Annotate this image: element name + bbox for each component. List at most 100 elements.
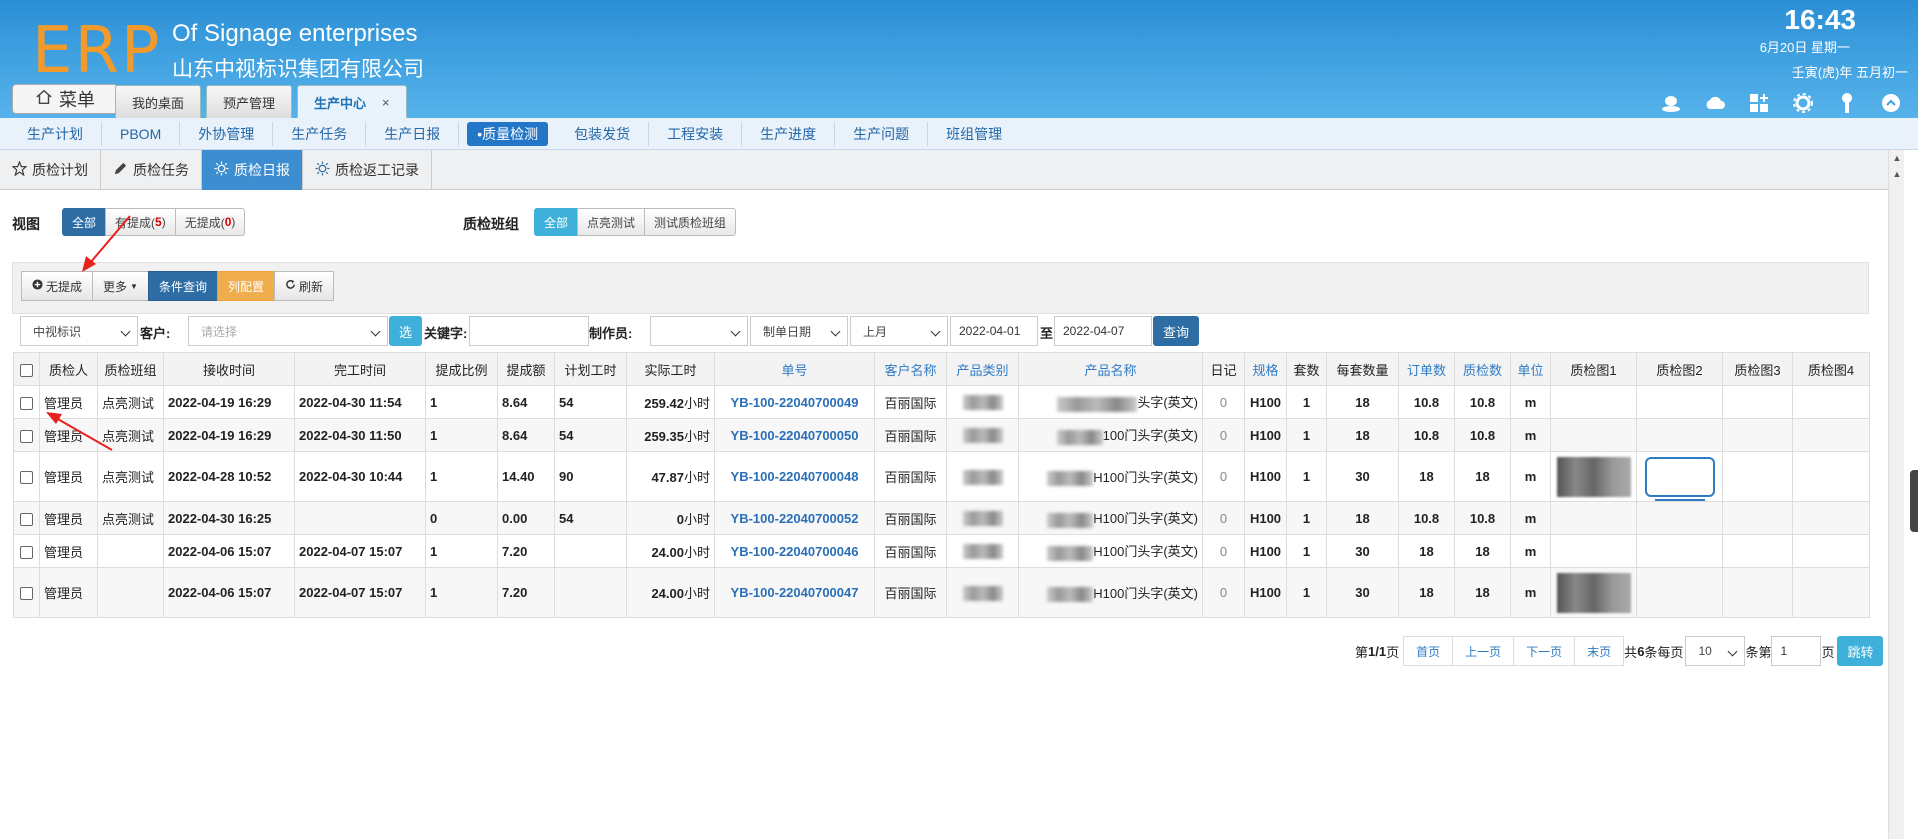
- collapse-up-icon[interactable]: [1880, 92, 1902, 114]
- qc-thumbnail[interactable]: [1556, 572, 1631, 613]
- col-header[interactable]: 提成额: [497, 352, 555, 386]
- customer-pick-button[interactable]: 选: [389, 316, 422, 346]
- col-header[interactable]: 质检图1: [1550, 352, 1637, 386]
- main-menu-button[interactable]: 菜单: [12, 84, 118, 114]
- tab-production-center[interactable]: 生产中心 ×: [297, 85, 407, 118]
- qc-thumbnail[interactable]: [1556, 456, 1631, 497]
- col-header[interactable]: 质检图4: [1792, 352, 1870, 386]
- row-checkbox[interactable]: [13, 534, 40, 568]
- row-checkbox[interactable]: [13, 385, 40, 419]
- date-to-input[interactable]: 2022-04-07: [1054, 316, 1152, 346]
- period-select[interactable]: 上月: [850, 316, 948, 346]
- last-page-button[interactable]: 末页: [1574, 636, 1625, 666]
- jump-button[interactable]: 跳转: [1837, 636, 1884, 666]
- cell-order-no[interactable]: YB-100-22040700047: [714, 567, 875, 618]
- prev-page-button[interactable]: 上一页: [1452, 636, 1515, 666]
- view-all-button[interactable]: 全部: [62, 208, 107, 236]
- nav-quality-inspection[interactable]: •质量检测: [467, 121, 549, 146]
- cell-qc-image-2[interactable]: [1636, 451, 1723, 502]
- gear-icon[interactable]: [1792, 92, 1814, 114]
- cell-order-no[interactable]: YB-100-22040700049: [714, 385, 875, 419]
- col-header[interactable]: 每套数量: [1326, 352, 1399, 386]
- keyword-input[interactable]: [469, 316, 589, 346]
- subtab-qc-task[interactable]: 质检任务: [101, 150, 202, 190]
- key-icon[interactable]: [1836, 92, 1858, 114]
- col-header[interactable]: 实际工时: [626, 352, 715, 386]
- cell-order-no[interactable]: YB-100-22040700046: [714, 534, 875, 568]
- cell-order-no[interactable]: YB-100-22040700048: [714, 451, 875, 502]
- customer-select[interactable]: 请选择: [188, 316, 388, 346]
- refresh-button[interactable]: 刷新: [273, 271, 334, 301]
- goto-page-input[interactable]: 1: [1771, 636, 1822, 666]
- row-checkbox[interactable]: [13, 418, 40, 452]
- nav-daily-report[interactable]: 生产日报: [366, 121, 460, 146]
- cell-qc-image-1[interactable]: [1550, 567, 1637, 618]
- col-header[interactable]: 订单数: [1398, 352, 1455, 386]
- table-row[interactable]: 管理员 2022-04-06 15:07 2022-04-07 15:07 1 7.20…: [13, 567, 1870, 618]
- no-commission-button[interactable]: 无提成: [21, 271, 94, 301]
- view-has-commission-button[interactable]: 有提成(5): [105, 208, 176, 236]
- subtab-qc-daily[interactable]: 质检日报: [202, 150, 303, 190]
- row-checkbox[interactable]: [13, 451, 40, 502]
- col-header[interactable]: 质检图2: [1636, 352, 1723, 386]
- cell-order-no[interactable]: YB-100-22040700052: [714, 501, 875, 535]
- nav-pbom[interactable]: PBOM: [102, 121, 181, 146]
- date-type-select[interactable]: 制单日期: [750, 316, 848, 346]
- col-header[interactable]: 客户名称: [874, 352, 947, 386]
- col-header[interactable]: 套数: [1286, 352, 1327, 386]
- table-row[interactable]: 管理员 点亮测试 2022-04-19 16:29 2022-04-30 11:54 1…: [13, 385, 1870, 419]
- tab-close-icon[interactable]: ×: [382, 95, 390, 110]
- group-light-test-button[interactable]: 点亮测试: [577, 208, 646, 236]
- nav-progress[interactable]: 生产进度: [742, 121, 836, 146]
- col-header[interactable]: 提成比例: [425, 352, 498, 386]
- tab-pre-production[interactable]: 预产管理: [206, 85, 293, 118]
- table-row[interactable]: 管理员 点亮测试 2022-04-28 10:52 2022-04-30 10:44 1…: [13, 451, 1870, 502]
- first-page-button[interactable]: 首页: [1403, 636, 1454, 666]
- view-no-commission-button[interactable]: 无提成(0): [174, 208, 246, 236]
- col-header[interactable]: 单位: [1510, 352, 1551, 386]
- row-checkbox[interactable]: [13, 501, 40, 535]
- col-header[interactable]: 质检图3: [1722, 352, 1793, 386]
- side-handle[interactable]: [1910, 470, 1918, 532]
- next-page-button[interactable]: 下一页: [1513, 636, 1576, 666]
- grid-plus-icon[interactable]: [1748, 92, 1770, 114]
- group-all-button[interactable]: 全部: [534, 208, 579, 236]
- table-row[interactable]: 管理员 点亮测试 2022-04-30 16:25 0 0.00 54 0小时 YB-100-…: [13, 501, 1870, 535]
- col-header[interactable]: 质检数: [1454, 352, 1511, 386]
- cloud-icon[interactable]: [1704, 92, 1726, 114]
- company-select[interactable]: 中视标识: [20, 316, 138, 346]
- per-page-select[interactable]: 10: [1685, 636, 1746, 666]
- select-all-checkbox[interactable]: [13, 352, 40, 386]
- col-header[interactable]: 完工时间: [294, 352, 426, 386]
- more-dropdown-button[interactable]: 更多 ▼: [92, 271, 149, 301]
- col-header[interactable]: 单号: [714, 352, 875, 386]
- cell-qc-image-1[interactable]: [1550, 451, 1637, 502]
- scroll-up-icon[interactable]: ▲: [1889, 150, 1905, 166]
- col-header[interactable]: 质检班组: [97, 352, 164, 386]
- col-header[interactable]: 日记: [1202, 352, 1245, 386]
- col-header[interactable]: 产品类别: [946, 352, 1019, 386]
- nav-packing-shipping[interactable]: 包装发货: [556, 121, 650, 146]
- nav-outsourcing[interactable]: 外协管理: [180, 121, 274, 146]
- maker-select[interactable]: [650, 316, 748, 346]
- query-button[interactable]: 查询: [1153, 316, 1199, 346]
- condition-query-button[interactable]: 条件查询: [147, 271, 218, 301]
- nav-production-task[interactable]: 生产任务: [273, 121, 367, 146]
- col-header[interactable]: 计划工时: [554, 352, 627, 386]
- nav-production-plan[interactable]: 生产计划: [9, 121, 102, 146]
- user-icon[interactable]: [1660, 92, 1682, 114]
- col-header[interactable]: 质检人: [39, 352, 98, 386]
- nav-issues[interactable]: 生产问题: [835, 121, 929, 146]
- nav-installation[interactable]: 工程安装: [649, 121, 743, 146]
- column-config-button[interactable]: 列配置: [216, 271, 275, 301]
- nav-team-management[interactable]: 班组管理: [928, 122, 1020, 146]
- scroll-up-icon[interactable]: ▲: [1889, 166, 1905, 182]
- table-row[interactable]: 管理员 点亮测试 2022-04-19 16:29 2022-04-30 11:50 1…: [13, 418, 1870, 452]
- table-row[interactable]: 管理员 2022-04-06 15:07 2022-04-07 15:07 1 7.20…: [13, 534, 1870, 568]
- group-test-qc-button[interactable]: 测试质检班组: [644, 208, 737, 236]
- date-from-input[interactable]: 2022-04-01: [950, 316, 1038, 346]
- tab-my-desktop[interactable]: 我的桌面: [115, 85, 202, 118]
- col-header[interactable]: 接收时间: [163, 352, 295, 386]
- cell-order-no[interactable]: YB-100-22040700050: [714, 418, 875, 452]
- col-header[interactable]: 产品名称: [1018, 352, 1203, 386]
